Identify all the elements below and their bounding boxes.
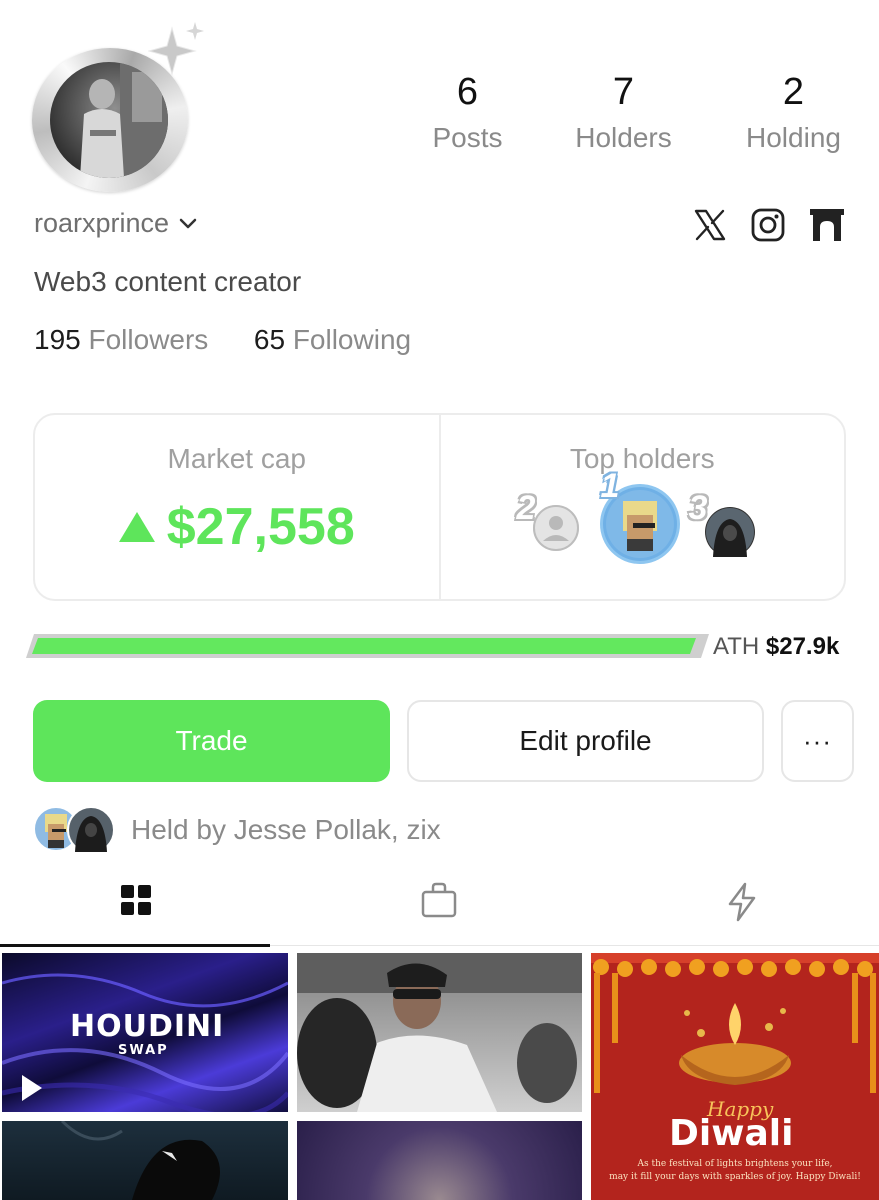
holder-avatar-3[interactable]	[704, 507, 755, 557]
grid-icon[interactable]	[120, 884, 152, 916]
gate-icon[interactable]	[809, 208, 845, 242]
ath-value: $27.9k	[765, 633, 840, 660]
top-holders-panel[interactable]: Top holders 2 1 3	[438, 415, 845, 599]
tab-active-indicator	[0, 944, 270, 947]
market-cap-value-row: $27,558	[35, 497, 439, 557]
chevron-down-icon	[179, 218, 197, 228]
followers-link[interactable]: 195 Followers	[34, 324, 208, 355]
houdini-title: HOUDINI	[70, 1009, 225, 1044]
stat-posts[interactable]: 6 Posts	[420, 70, 515, 156]
post-venom[interactable]	[2, 1121, 288, 1200]
market-cap-panel[interactable]: Market cap $27,558	[35, 415, 439, 599]
more-options-button[interactable]: ···	[781, 700, 854, 782]
trade-button[interactable]: Trade	[33, 700, 390, 782]
followers-label: Followers	[88, 324, 209, 355]
held-by-row[interactable]: Held by Jesse Pollak, zix	[33, 806, 441, 854]
top-holders-title: Top holders	[569, 443, 715, 474]
holder-rank-1: 1	[600, 467, 620, 505]
profile-bio: Web3 content creator	[34, 266, 302, 297]
houdini-subtitle: SWAP	[118, 1043, 169, 1058]
top-holders-avatars: 2 1 3	[441, 467, 845, 591]
play-icon	[22, 1075, 42, 1101]
stat-posts-value: 6	[456, 71, 479, 113]
ath-label: ATH $27.9k	[713, 633, 839, 661]
bag-icon[interactable]	[421, 882, 457, 918]
stat-holding-value: 2	[782, 71, 805, 113]
lightning-icon[interactable]	[726, 882, 758, 922]
username: roarxprince	[34, 208, 170, 238]
stat-holding[interactable]: 2 Holding	[735, 70, 852, 156]
held-by-avatars	[33, 806, 117, 854]
ath-text: ATH	[713, 633, 760, 660]
stat-posts-label: Posts	[432, 122, 503, 153]
trend-up-icon	[118, 512, 155, 542]
stat-holding-label: Holding	[746, 122, 841, 153]
market-cap-value: $27,558	[166, 498, 355, 556]
diwali-line1: As the festival of lights brightens your…	[637, 1159, 833, 1169]
instagram-icon[interactable]	[751, 208, 785, 242]
diwali-title: Diwali	[669, 1113, 794, 1154]
holder-rank-2: 2	[516, 489, 536, 527]
token-stats-card: Market cap $27,558 Top holders 2 1 3	[33, 413, 846, 601]
stat-holders-value: 7	[612, 71, 635, 113]
holder-rank-3: 3	[688, 489, 708, 527]
post-selfie[interactable]	[297, 953, 582, 1112]
held-by-text: Held by Jesse Pollak, zix	[131, 814, 441, 845]
holder-avatar-2[interactable]	[532, 505, 579, 551]
username-switcher[interactable]: roarxprince	[34, 208, 197, 239]
post-houdini-swap[interactable]: HOUDINI SWAP	[2, 953, 288, 1112]
x-icon[interactable]	[693, 208, 727, 242]
stat-holders[interactable]: 7 Holders	[565, 70, 682, 156]
stat-holders-label: Holders	[575, 122, 672, 153]
edit-profile-button[interactable]: Edit profile	[407, 700, 764, 782]
followers-count: 195	[34, 324, 81, 355]
post-purple[interactable]	[297, 1121, 582, 1200]
diwali-line2: may it fill your days with sparkles of j…	[609, 1172, 861, 1182]
following-link[interactable]: 65 Following	[254, 324, 411, 355]
social-links	[693, 208, 845, 242]
post-diwali[interactable]: Happy Diwali As the festival of lights b…	[591, 953, 879, 1200]
held-avatar-2	[67, 806, 115, 854]
profile-avatar[interactable]	[30, 22, 204, 194]
following-label: Following	[292, 324, 412, 355]
ath-progress-bar	[26, 634, 709, 658]
sparkle-icon	[148, 22, 204, 76]
follow-counts: 195 Followers 65 Following	[34, 324, 411, 356]
market-cap-title: Market cap	[167, 443, 307, 474]
following-count: 65	[253, 324, 286, 355]
